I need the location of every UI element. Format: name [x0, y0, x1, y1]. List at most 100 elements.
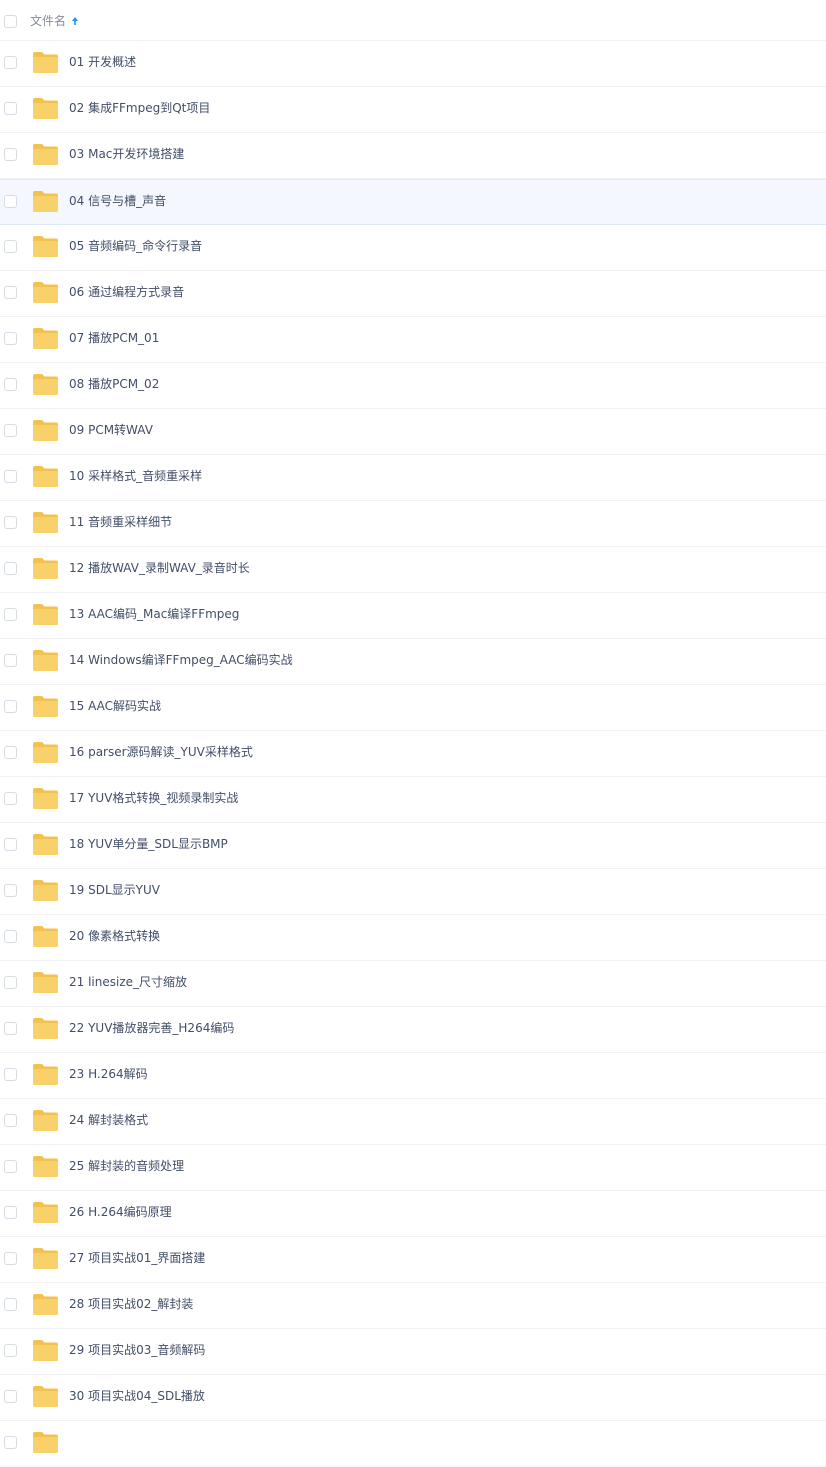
- file-row[interactable]: 28 项目实战02_解封装: [0, 1283, 826, 1329]
- file-name-label[interactable]: 15 AAC解码实战: [69, 698, 161, 714]
- file-row[interactable]: 13 AAC编码_Mac编译FFmpeg: [0, 593, 826, 639]
- row-checkbox[interactable]: [4, 195, 17, 208]
- file-name-label[interactable]: 28 项目实战02_解封装: [69, 1296, 193, 1312]
- row-checkbox[interactable]: [4, 1390, 17, 1403]
- row-checkbox[interactable]: [4, 792, 17, 805]
- file-row[interactable]: 07 播放PCM_01: [0, 317, 826, 363]
- file-row[interactable]: 06 通过编程方式录音: [0, 271, 826, 317]
- file-row[interactable]: 04 信号与槽_声音: [0, 179, 826, 225]
- file-row[interactable]: 12 播放WAV_录制WAV_录音时长: [0, 547, 826, 593]
- folder-icon: [33, 191, 58, 212]
- file-name-label[interactable]: 05 音频编码_命令行录音: [69, 238, 202, 254]
- file-row[interactable]: 23 H.264解码: [0, 1053, 826, 1099]
- row-checkbox[interactable]: [4, 240, 17, 253]
- file-name-label[interactable]: 07 播放PCM_01: [69, 330, 159, 346]
- row-checkbox[interactable]: [4, 562, 17, 575]
- file-name-label[interactable]: 01 开发概述: [69, 54, 136, 70]
- file-row[interactable]: 03 Mac开发环境搭建: [0, 133, 826, 179]
- row-checkbox[interactable]: [4, 1252, 17, 1265]
- row-checkbox[interactable]: [4, 1298, 17, 1311]
- row-checkbox[interactable]: [4, 286, 17, 299]
- file-row[interactable]: 27 项目实战01_界面搭建: [0, 1237, 826, 1283]
- file-row[interactable]: 17 YUV格式转换_视频录制实战: [0, 777, 826, 823]
- file-name-label[interactable]: 03 Mac开发环境搭建: [69, 146, 184, 162]
- filename-column-header[interactable]: 文件名: [30, 13, 66, 29]
- file-name-label[interactable]: 22 YUV播放器完善_H264编码: [69, 1020, 234, 1036]
- file-name-label[interactable]: 21 linesize_尺寸缩放: [69, 974, 187, 990]
- folder-icon: [33, 144, 58, 165]
- file-row[interactable]: 20 像素格式转换: [0, 915, 826, 961]
- row-checkbox[interactable]: [4, 1344, 17, 1357]
- file-row[interactable]: 16 parser源码解读_YUV采样格式: [0, 731, 826, 777]
- file-name-label[interactable]: 06 通过编程方式录音: [69, 284, 184, 300]
- sort-ascending-icon[interactable]: [70, 14, 80, 28]
- file-row[interactable]: 19 SDL显示YUV: [0, 869, 826, 915]
- row-checkbox[interactable]: [4, 1206, 17, 1219]
- file-name-label[interactable]: 23 H.264解码: [69, 1066, 148, 1082]
- file-name-label[interactable]: 24 解封装格式: [69, 1112, 148, 1128]
- file-row[interactable]: 26 H.264编码原理: [0, 1191, 826, 1237]
- file-name-label[interactable]: 14 Windows编译FFmpeg_AAC编码实战: [69, 652, 293, 668]
- row-checkbox[interactable]: [4, 838, 17, 851]
- row-checkbox[interactable]: [4, 148, 17, 161]
- row-checkbox[interactable]: [4, 1436, 17, 1449]
- file-row[interactable]: 08 播放PCM_02: [0, 363, 826, 409]
- row-checkbox[interactable]: [4, 654, 17, 667]
- file-name-label[interactable]: 25 解封装的音频处理: [69, 1158, 184, 1174]
- row-checkbox[interactable]: [4, 56, 17, 69]
- row-checkbox[interactable]: [4, 424, 17, 437]
- file-name-label[interactable]: 18 YUV单分量_SDL显示BMP: [69, 836, 228, 852]
- row-checkbox[interactable]: [4, 1160, 17, 1173]
- file-row[interactable]: 10 采样格式_音频重采样: [0, 455, 826, 501]
- file-row[interactable]: 15 AAC解码实战: [0, 685, 826, 731]
- file-row[interactable]: 09 PCM转WAV: [0, 409, 826, 455]
- file-row[interactable]: [0, 1421, 826, 1467]
- row-checkbox[interactable]: [4, 608, 17, 621]
- file-name-label[interactable]: 11 音频重采样细节: [69, 514, 172, 530]
- file-row[interactable]: 22 YUV播放器完善_H264编码: [0, 1007, 826, 1053]
- file-name-label[interactable]: 04 信号与槽_声音: [69, 193, 166, 209]
- file-name-label[interactable]: 26 H.264编码原理: [69, 1204, 172, 1220]
- file-row[interactable]: 25 解封装的音频处理: [0, 1145, 826, 1191]
- select-all-checkbox[interactable]: [4, 15, 17, 28]
- file-name-label[interactable]: 17 YUV格式转换_视频录制实战: [69, 790, 238, 806]
- file-name-label[interactable]: 29 项目实战03_音频解码: [69, 1342, 205, 1358]
- row-checkbox[interactable]: [4, 332, 17, 345]
- row-checkbox[interactable]: [4, 1068, 17, 1081]
- folder-icon: [33, 1340, 58, 1361]
- row-checkbox[interactable]: [4, 976, 17, 989]
- file-name-label[interactable]: 12 播放WAV_录制WAV_录音时长: [69, 560, 250, 576]
- file-name-label[interactable]: 30 项目实战04_SDL播放: [69, 1388, 205, 1404]
- file-row[interactable]: 30 项目实战04_SDL播放: [0, 1375, 826, 1421]
- file-name-label[interactable]: 19 SDL显示YUV: [69, 882, 160, 898]
- row-checkbox[interactable]: [4, 884, 17, 897]
- file-name-label[interactable]: 02 集成FFmpeg到Qt项目: [69, 100, 210, 116]
- file-row[interactable]: 02 集成FFmpeg到Qt项目: [0, 87, 826, 133]
- row-checkbox[interactable]: [4, 1114, 17, 1127]
- row-checkbox[interactable]: [4, 516, 17, 529]
- file-row[interactable]: 01 开发概述: [0, 41, 826, 87]
- row-checkbox[interactable]: [4, 378, 17, 391]
- row-checkbox[interactable]: [4, 470, 17, 483]
- file-row[interactable]: 18 YUV单分量_SDL显示BMP: [0, 823, 826, 869]
- file-name-label[interactable]: 27 项目实战01_界面搭建: [69, 1250, 205, 1266]
- file-row[interactable]: 29 项目实战03_音频解码: [0, 1329, 826, 1375]
- file-name-label[interactable]: 09 PCM转WAV: [69, 422, 153, 438]
- row-checkbox[interactable]: [4, 746, 17, 759]
- file-row[interactable]: 14 Windows编译FFmpeg_AAC编码实战: [0, 639, 826, 685]
- file-row[interactable]: 11 音频重采样细节: [0, 501, 826, 547]
- file-name-label[interactable]: 16 parser源码解读_YUV采样格式: [69, 744, 253, 760]
- folder-icon: [33, 236, 58, 257]
- row-checkbox[interactable]: [4, 930, 17, 943]
- file-name-label[interactable]: 13 AAC编码_Mac编译FFmpeg: [69, 606, 239, 622]
- file-name-label[interactable]: 10 采样格式_音频重采样: [69, 468, 202, 484]
- file-row[interactable]: 05 音频编码_命令行录音: [0, 225, 826, 271]
- folder-icon: [33, 880, 58, 901]
- file-row[interactable]: 24 解封装格式: [0, 1099, 826, 1145]
- row-checkbox[interactable]: [4, 700, 17, 713]
- file-name-label[interactable]: 20 像素格式转换: [69, 928, 160, 944]
- row-checkbox[interactable]: [4, 1022, 17, 1035]
- row-checkbox[interactable]: [4, 102, 17, 115]
- file-row[interactable]: 21 linesize_尺寸缩放: [0, 961, 826, 1007]
- file-name-label[interactable]: 08 播放PCM_02: [69, 376, 159, 392]
